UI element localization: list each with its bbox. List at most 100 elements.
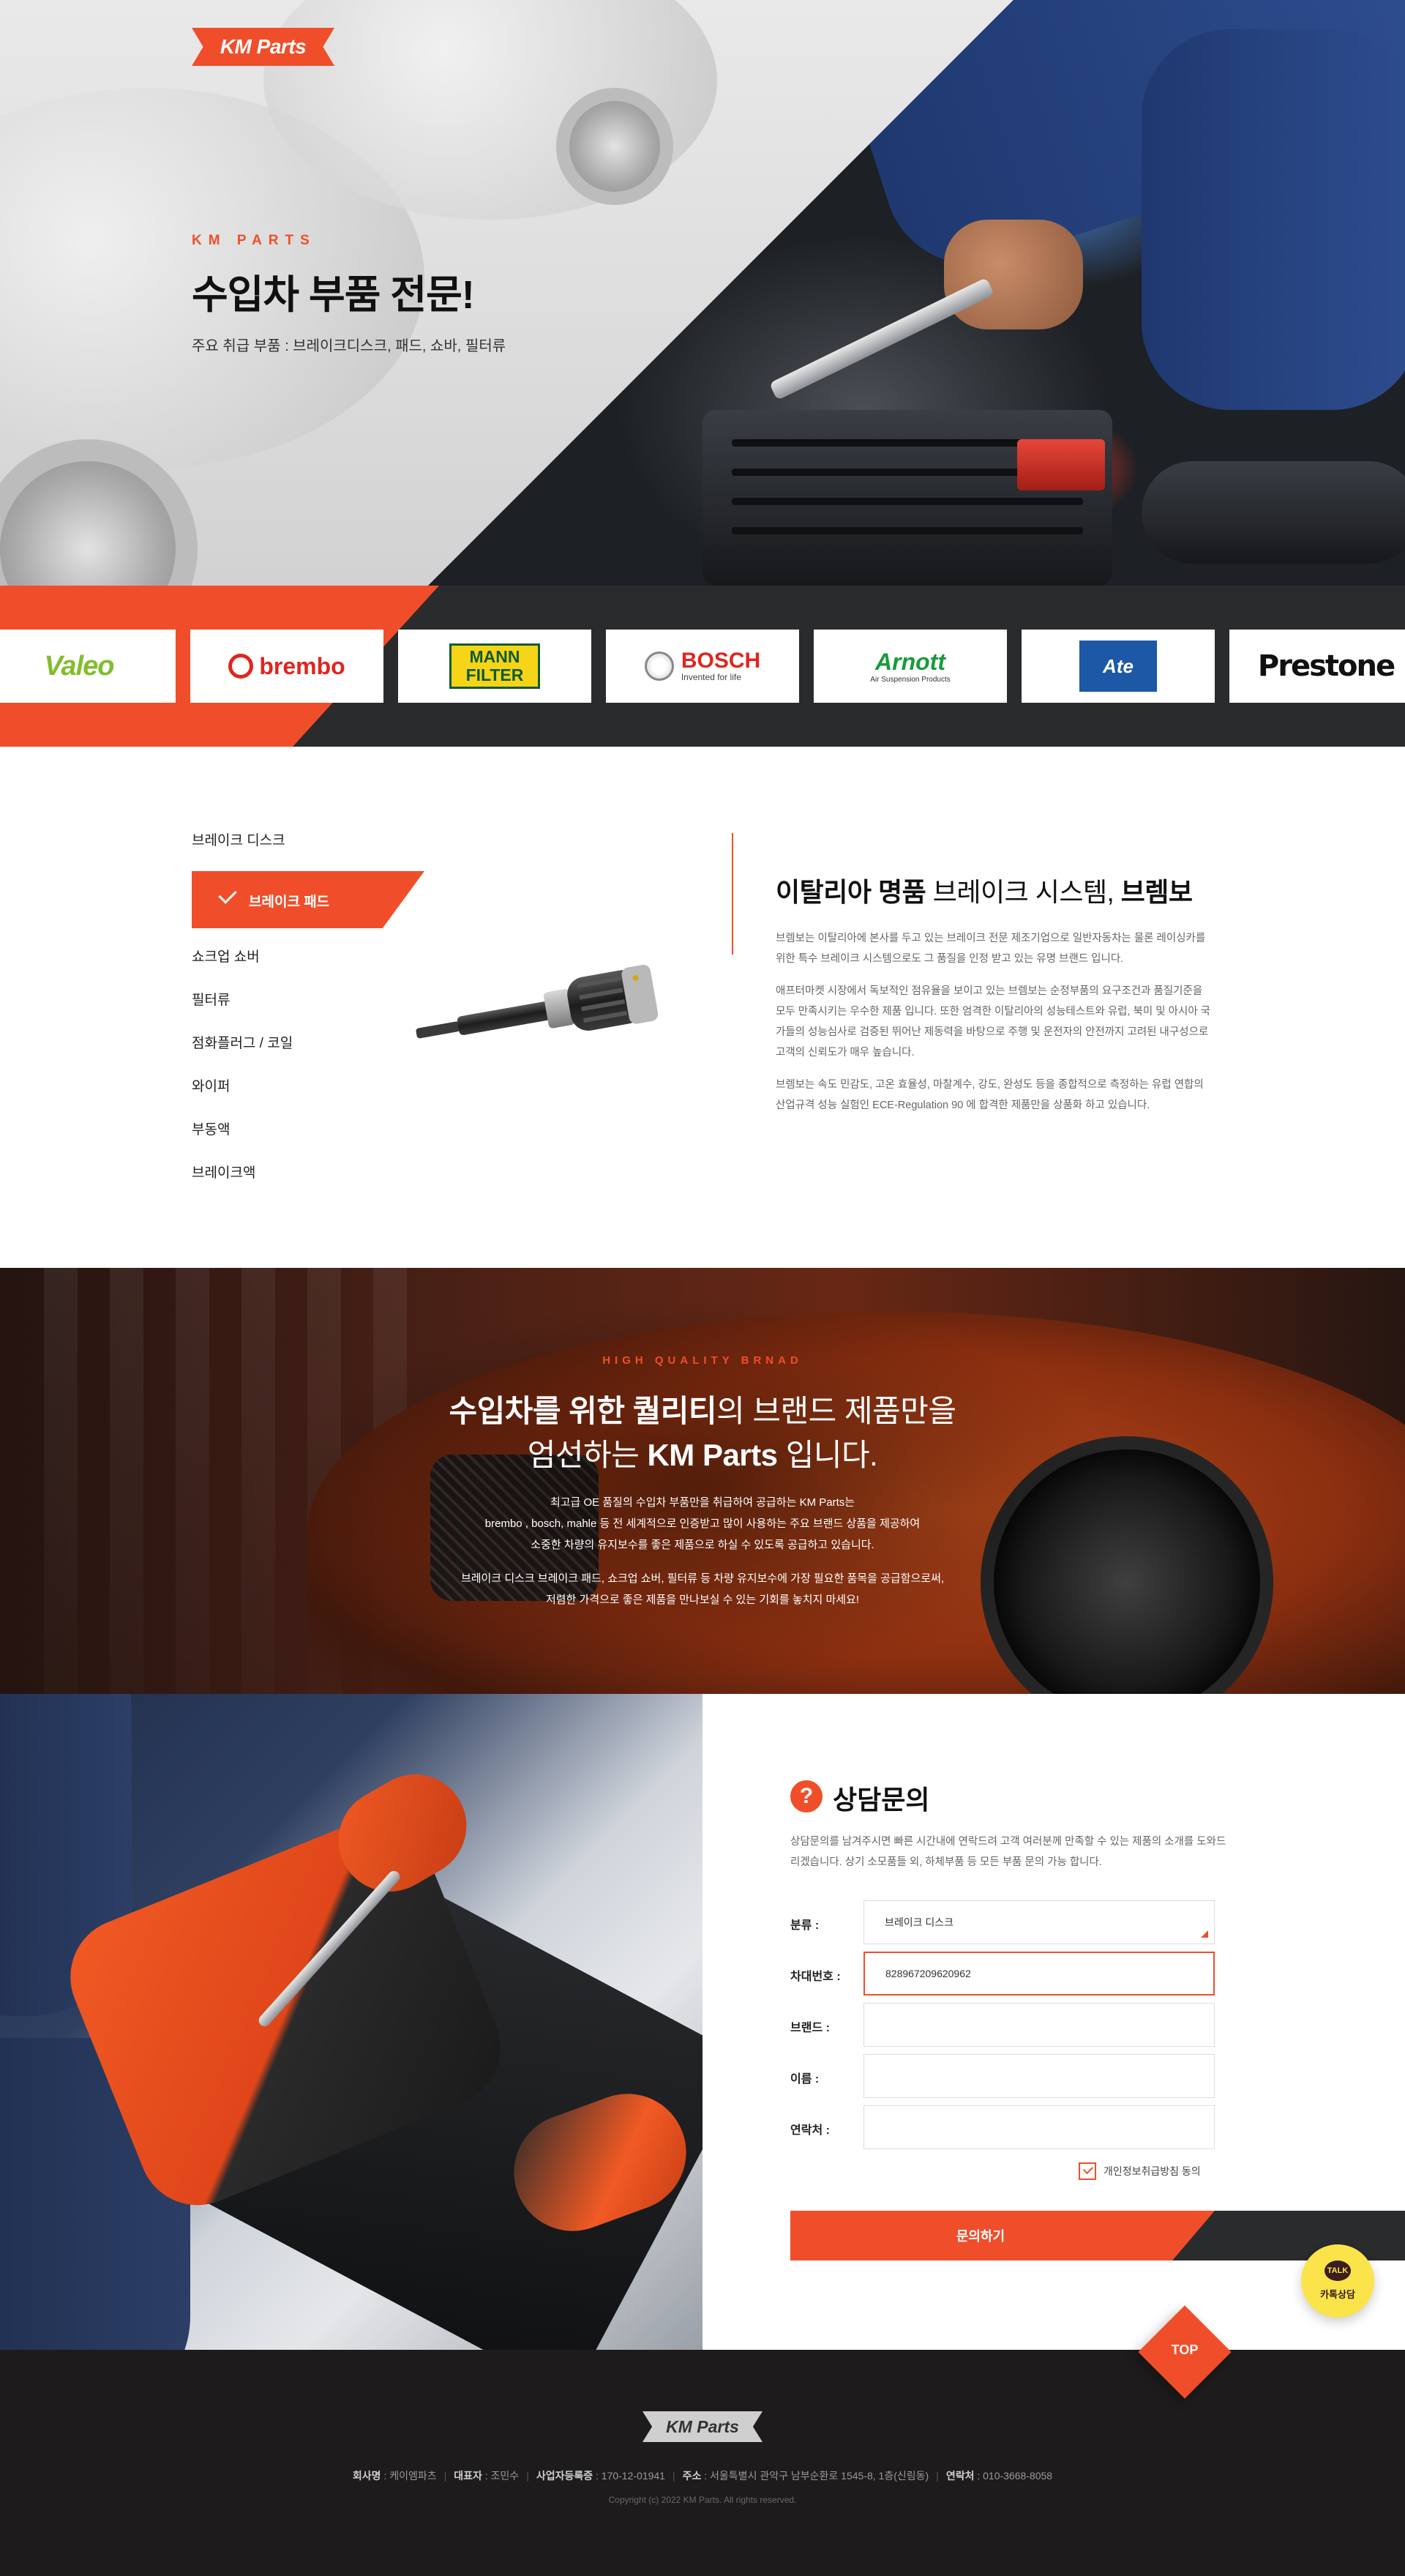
intake-hose — [1142, 461, 1405, 564]
story-headline-light: 입니다. — [785, 1438, 878, 1472]
story-headline-brand: KM Parts — [647, 1438, 778, 1472]
category-item[interactable]: 브레이크액 — [192, 1162, 255, 1181]
ceo-label: 대표자 — [454, 2470, 482, 2482]
hero-title: 수입차 부품 전문! — [192, 273, 475, 317]
brand-logo-arnott: Arnott — [875, 649, 945, 675]
brand-card-bosch[interactable]: BOSCH Invented for life — [606, 630, 799, 703]
arnott-tagline: Air Suspension Products — [870, 676, 951, 684]
brand-row: Valeo brembo MANN FILTER BOSCH Invented … — [0, 630, 1405, 703]
bosch-tagline: Invented for life — [681, 672, 741, 682]
brand-card-arnott[interactable]: Arnott Air Suspension Products — [814, 630, 1007, 703]
story-paragraph: 브레이크 디스크 브레이크 패드, 쇼크업 쇼버, 필터류 등 차량 유지보수에… — [460, 1572, 945, 1585]
brand-logo-ate: Ate — [1103, 654, 1134, 677]
vin-input-value: 828967209620962 — [885, 1968, 971, 1979]
category-item[interactable]: 와이퍼 — [192, 1075, 230, 1095]
product-title-brand: 브렘보 — [1120, 877, 1193, 907]
brand-logo-brembo: brembo — [259, 652, 345, 679]
product-image-shock-absorber — [416, 965, 659, 1039]
logo-text: KM Parts — [220, 35, 307, 58]
story-headline-bold: 수입차를 위한 퀄리티 — [449, 1394, 717, 1428]
vin-input[interactable]: 828967209620962 — [863, 1952, 1215, 1996]
dropdown-corner-icon — [1201, 1930, 1208, 1938]
story-paragraph: 저렴한 가격으로 좋은 제품을 만나보실 수 있는 기회를 놓치지 마세요! — [545, 1594, 860, 1606]
kakao-talk-label: 카톡상담 — [1320, 2289, 1355, 2300]
product-paragraph: 애프터마켓 시장에서 독보적인 점유율을 보이고 있는 브렘보는 순정부품의 요… — [776, 985, 1211, 1059]
footer-logo[interactable]: KM Parts — [642, 2411, 763, 2442]
talk-bubble-icon: TALK — [1325, 2260, 1351, 2281]
brand-card-prestone[interactable]: Prestone — [1229, 630, 1405, 703]
brembo-icon — [228, 654, 254, 679]
name-input[interactable] — [863, 2054, 1215, 2098]
privacy-agree-label[interactable]: 개인정보취급방침 동의 — [1104, 2164, 1201, 2179]
product-paragraph: 브렘보는 속도 민감도, 고온 효율성, 마찰계수, 강도, 완성도 등을 종합… — [776, 1079, 1204, 1111]
category-item[interactable]: 쇼크업 쇼버 — [192, 946, 260, 966]
story-overlay — [0, 1268, 1405, 1694]
site-logo[interactable]: KM Parts — [192, 28, 334, 66]
category-item[interactable]: 점화플러그 / 코일 — [192, 1032, 293, 1052]
brand-card-ate[interactable]: Ate — [1022, 630, 1215, 703]
company-name: 케이엠파츠 — [389, 2470, 437, 2482]
submit-button[interactable]: 문의하기 — [790, 2211, 1215, 2260]
company-label: 회사명 — [352, 2470, 381, 2482]
phone-label: 연락처 : — [790, 2124, 830, 2137]
address-label: 주소 — [682, 2470, 702, 2482]
story-eyebrow: HIGH QUALITY BRNAD — [602, 1354, 803, 1367]
story-paragraph: 최고급 OE 품질의 수입차 부품만을 취급하여 공급하는 KM Parts는 — [550, 1496, 855, 1509]
category-select-value: 브레이크 디스크 — [885, 1916, 954, 1928]
engine-rib — [732, 527, 1083, 534]
story-paragraph: 소중한 차량의 유지보수를 좋은 제품으로 하실 수 있도록 공급하고 있습니다… — [531, 1539, 874, 1551]
biz-number: 170-12-01941 — [601, 2470, 665, 2482]
hero-bg-wheel — [556, 88, 673, 205]
engine-block — [702, 410, 1112, 586]
brand-label: 브랜드 : — [790, 2022, 830, 2034]
top-button-label[interactable]: TOP — [1152, 2342, 1218, 2358]
tel-label: 연락처 — [945, 2470, 975, 2482]
tel-number: 010-3668-8058 — [983, 2470, 1053, 2482]
mechanic-hand — [944, 220, 1083, 329]
kakao-talk-button[interactable]: TALK 카톡상담 — [1301, 2244, 1374, 2318]
inquiry-section: ? 상담문의 상담문의를 남겨주시면 빠른 시간내에 연락드려 고객 여러분께 … — [0, 1694, 1405, 2350]
name-label: 이름 : — [790, 2073, 820, 2086]
brand-logo-prestone: Prestone — [1257, 649, 1395, 683]
check-icon — [218, 885, 237, 904]
copyright: Copyright (c) 2022 KM Parts. All rights … — [608, 2495, 797, 2505]
category-select[interactable]: 브레이크 디스크 — [863, 1900, 1215, 1944]
product-title-light: 브레이크 시스템, — [932, 877, 1114, 907]
address: 서울특별시 관악구 남부순환로 1545-8, 1층(신림동) — [710, 2470, 929, 2482]
bosch-icon — [644, 652, 674, 681]
vin-label: 차대번호 : — [790, 1971, 841, 1983]
footer-company-info: 회사명 : 케이엠파츠 | 대표자 : 조민수 | 사업자등록증 : 170-12-01… — [352, 2470, 1053, 2482]
category-item[interactable]: 브레이크 디스크 — [192, 829, 285, 849]
brand-story-section: HIGH QUALITY BRNAD 수입차를 위한 퀄리티의 브랜드 제품만을… — [0, 1268, 1405, 1694]
privacy-agree-checkbox[interactable] — [1079, 2162, 1096, 2180]
category-active-label: 브레이크 패드 — [249, 895, 330, 910]
product-title-bold: 이탈리아 명품 — [776, 877, 926, 907]
brand-input[interactable] — [863, 2003, 1215, 2047]
hero-section: KM Parts KM PARTS 수입차 부품 전문! 주요 취급 부품 : … — [0, 0, 1405, 586]
page: KM Parts KM PARTS 수입차 부품 전문! 주요 취급 부품 : … — [0, 0, 1405, 2576]
product-section: 브레이크 디스크 브레이크 패드 쇼크업 쇼버 필터류 점화플러그 / 코일 와… — [0, 747, 1405, 1268]
ceo-name: 조민수 — [490, 2470, 520, 2482]
mechanic-shoulder — [1142, 29, 1405, 410]
inquiry-description: 상담문의를 남겨주시면 빠른 시간내에 연락드려 고객 여러분께 만족할 수 있… — [790, 1836, 1226, 1868]
ate-badge: Ate — [1079, 641, 1157, 692]
engine-rib — [732, 498, 1083, 505]
category-item[interactable]: 부동액 — [192, 1119, 230, 1138]
category-item-active[interactable]: 브레이크 패드 — [192, 871, 424, 928]
story-paragraph: brembo , bosch, mahle 등 전 세계적으로 인증받고 많이 … — [484, 1517, 921, 1530]
brand-logo-valeo: Valeo — [44, 650, 115, 682]
coolant-cap — [1017, 439, 1105, 490]
hero-eyebrow: KM PARTS — [192, 233, 316, 248]
inquiry-title: 상담문의 — [833, 1785, 930, 1815]
product-paragraph: 브렘보는 이탈리아에 본사를 두고 있는 브레이크 전문 제조기업으로 일반자동… — [776, 933, 1206, 965]
footer-logo-text: KM Parts — [666, 2417, 739, 2436]
category-label: 분류 : — [790, 1919, 820, 1932]
phone-input[interactable] — [863, 2105, 1215, 2149]
brand-card-brembo[interactable]: brembo — [190, 630, 383, 703]
brand-card-mann-filter[interactable]: MANN FILTER — [398, 630, 591, 703]
wrench — [769, 277, 994, 401]
category-item[interactable]: 필터류 — [192, 989, 230, 1009]
brand-logo-mann-filter: MANN FILTER — [465, 647, 524, 684]
brand-card-valeo[interactable]: Valeo — [0, 630, 176, 703]
brand-strip: Valeo brembo MANN FILTER BOSCH Invented … — [0, 586, 1405, 747]
